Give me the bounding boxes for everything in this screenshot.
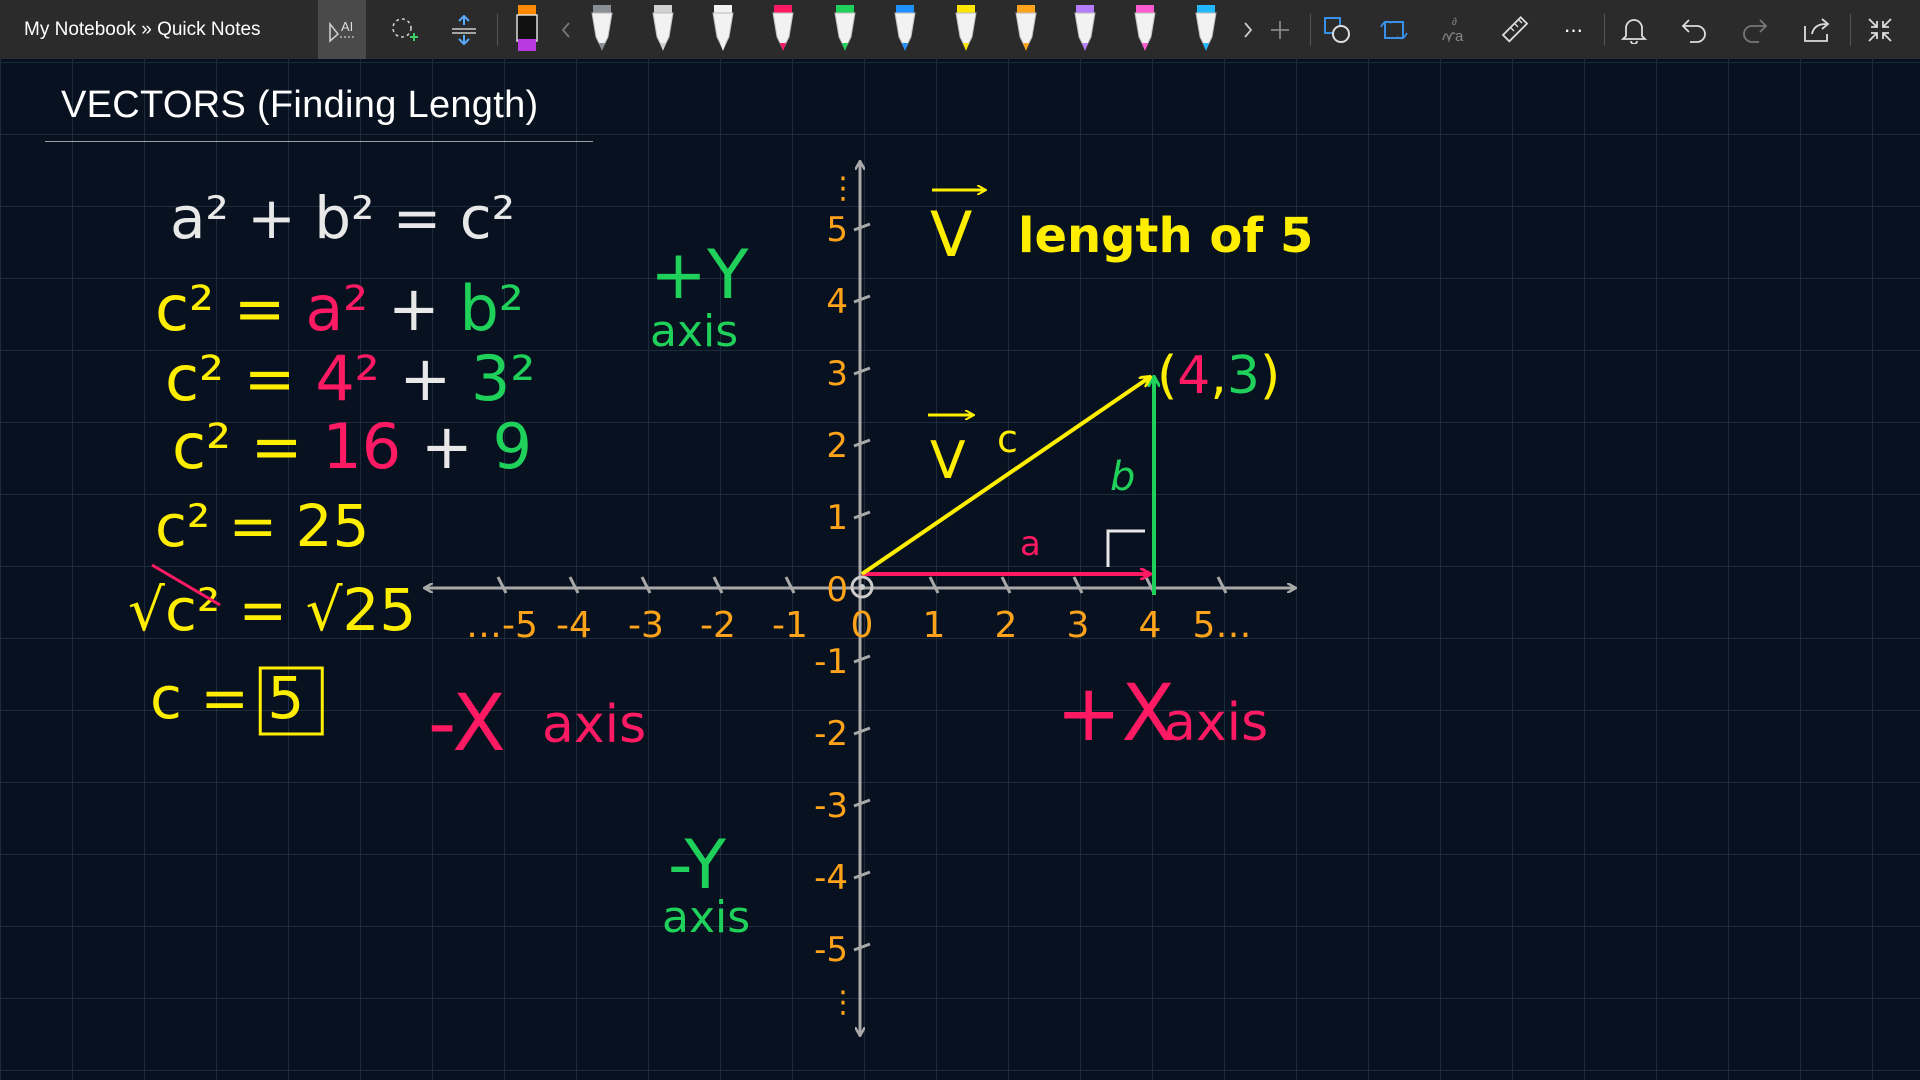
x-tick-labels: …-5 -4 -3 -2 -1 0 1 2 3 4 5… xyxy=(466,605,1251,646)
vector-heading-text: length of 5 xyxy=(1018,208,1313,264)
ink-board: a² + b² = c²c² = a² + b²c² = 4² + 3²c² =… xyxy=(128,0,1313,1080)
x-tick-label: -1 xyxy=(772,605,808,646)
work-term: + xyxy=(401,410,492,483)
label-a: a xyxy=(1020,524,1041,564)
x-tick-label: …-5 xyxy=(466,605,538,646)
work-term: 9 xyxy=(493,410,532,483)
origin-dot xyxy=(859,584,865,590)
y-tick xyxy=(853,222,871,232)
svg-text:(4,3): (4,3) xyxy=(1157,346,1280,406)
minus-x-sub: axis xyxy=(542,695,646,755)
x-tick xyxy=(784,576,796,594)
plus-x-label: +X xyxy=(1056,669,1175,759)
y-tick-label: 5 xyxy=(826,210,848,250)
work-term: + xyxy=(380,342,471,415)
work-line: c = 5 xyxy=(150,664,304,732)
y-tick xyxy=(853,654,871,664)
label-c: c xyxy=(997,417,1018,461)
work-term: 4² xyxy=(315,342,379,415)
work-term: c² = xyxy=(165,342,315,415)
work-term: 3² xyxy=(471,342,535,415)
x-tick xyxy=(928,576,940,594)
y-axis-top-ellipsis: ⋮ xyxy=(828,171,858,206)
x-tick xyxy=(640,576,652,594)
work-line: a² + b² = c² xyxy=(170,184,515,252)
y-tick xyxy=(853,366,871,376)
y-tick-label: -1 xyxy=(814,642,848,682)
work-term: c = xyxy=(150,664,267,732)
work-term: √c² = √25 xyxy=(128,576,416,644)
y-tick-label: -5 xyxy=(814,930,848,970)
x-tick-label: 0 xyxy=(851,605,874,646)
work-line: c² = 16 + 9 xyxy=(172,410,532,483)
x-tick-label: 3 xyxy=(1067,605,1090,646)
y-axis-bottom-ellipsis: ⋮ xyxy=(828,985,858,1020)
y-tick xyxy=(853,726,871,736)
y-tick-label: 3 xyxy=(826,354,848,394)
work-term: c² = xyxy=(172,410,322,483)
work-term: c² = 25 xyxy=(155,492,369,560)
x-tick xyxy=(568,576,580,594)
work-line: c² = 4² + 3² xyxy=(165,342,535,415)
plus-y-sub: axis xyxy=(650,306,738,357)
x-tick xyxy=(1072,576,1084,594)
point-label: (4,3) xyxy=(1157,346,1280,406)
work-term: c² = xyxy=(155,272,305,345)
y-tick-label: -2 xyxy=(814,714,848,754)
x-tick-label: 5… xyxy=(1193,605,1252,646)
x-tick-label: 1 xyxy=(923,605,946,646)
plus-x-sub: axis xyxy=(1164,693,1268,753)
x-tick xyxy=(712,576,724,594)
work-line: c² = 25 xyxy=(155,492,369,560)
vector-heading-symbol: V xyxy=(930,198,972,271)
x-tick-label: -3 xyxy=(628,605,664,646)
label-v: V xyxy=(930,431,966,491)
x-tick-label: 4 xyxy=(1139,605,1162,646)
y-tick xyxy=(853,294,871,304)
y-tick xyxy=(853,798,871,808)
work-line: c² = a² + b² xyxy=(155,272,524,345)
boxed-answer: 5 xyxy=(267,664,304,732)
y-tick xyxy=(853,942,871,952)
plus-y-label: +Y xyxy=(650,236,749,315)
y-tick xyxy=(853,438,871,448)
y-tick xyxy=(853,870,871,880)
y-tick-label: 1 xyxy=(826,498,848,538)
x-tick-label: -4 xyxy=(556,605,592,646)
y-tick-label: 2 xyxy=(826,426,848,466)
x-tick xyxy=(1000,576,1012,594)
work-line: √c² = √25 xyxy=(128,576,416,644)
work-term: a² xyxy=(305,272,368,345)
right-angle-marker xyxy=(1106,529,1145,567)
x-tick xyxy=(496,576,508,594)
y-tick-labels: 5 4 3 2 1 0 -1 -2 -3 -4 -5 xyxy=(814,210,848,970)
work-term: + xyxy=(368,272,459,345)
work-term: 16 xyxy=(322,410,401,483)
y-tick xyxy=(853,510,871,520)
x-tick-label: -2 xyxy=(700,605,736,646)
y-tick-label: -3 xyxy=(814,786,848,826)
x-tick-label: 2 xyxy=(995,605,1018,646)
x-tick xyxy=(1216,576,1228,594)
work-term: b² xyxy=(460,272,524,345)
y-tick-label: -4 xyxy=(814,858,848,898)
minus-x-label: -X xyxy=(428,679,506,769)
pythagorean-work: a² + b² = c²c² = a² + b²c² = 4² + 3²c² =… xyxy=(128,184,535,736)
work-term: a² + b² = c² xyxy=(170,184,515,252)
label-b: b xyxy=(1110,454,1135,500)
y-tick-label: 0 xyxy=(826,570,848,610)
minus-y-sub: axis xyxy=(662,892,750,943)
y-tick-label: 4 xyxy=(826,282,848,322)
